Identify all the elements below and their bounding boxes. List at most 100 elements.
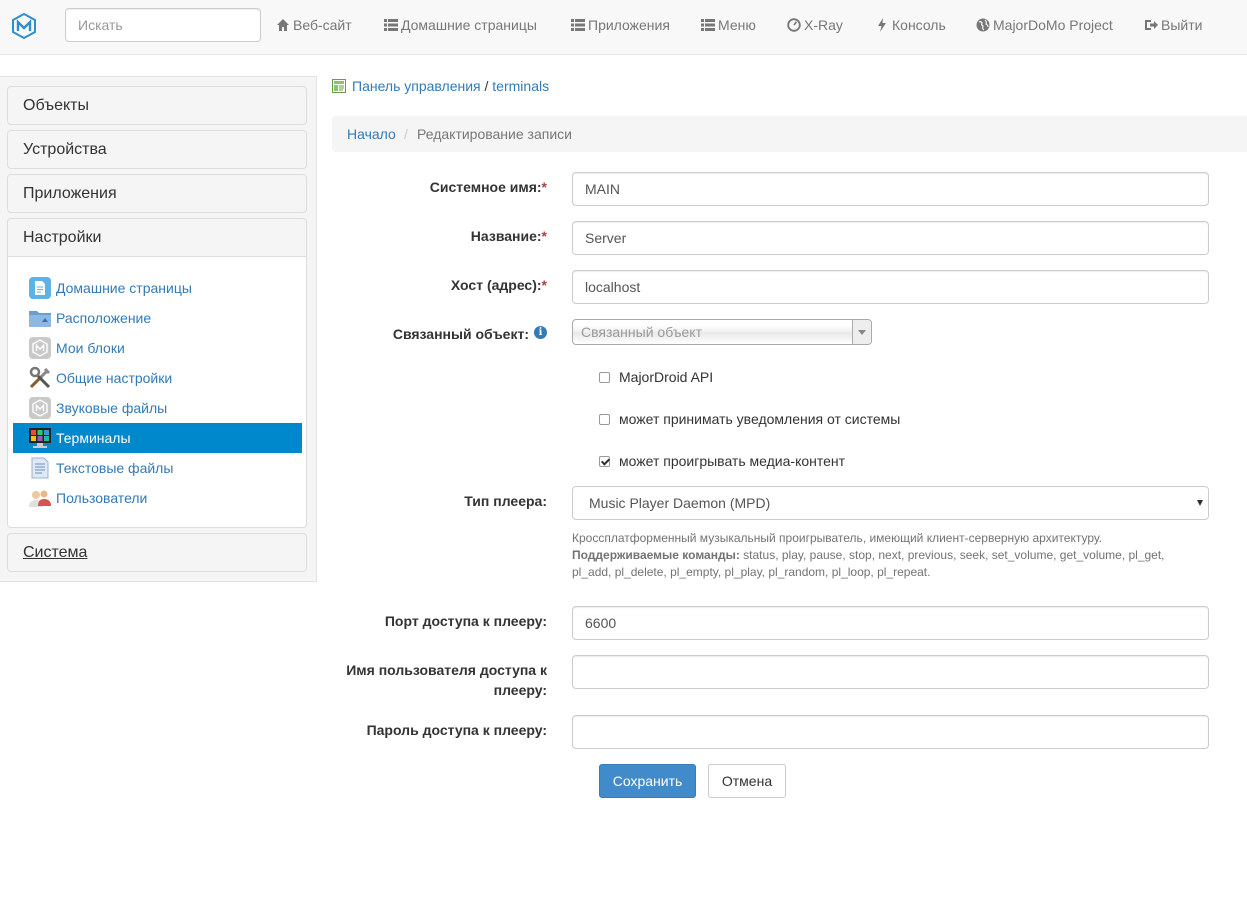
nav-majordomo-project[interactable]: MajorDoMo Project (976, 0, 1113, 50)
player-commands-label: Поддерживаемые команды: (572, 548, 740, 562)
list-icon (571, 19, 585, 31)
majordomo-icon (29, 397, 51, 419)
home-icon (277, 19, 289, 31)
sidebar-panel-system[interactable]: Система (7, 533, 307, 572)
list-icon (701, 19, 715, 31)
cancel-button[interactable]: Отмена (708, 764, 786, 798)
sidebar-panel-settings[interactable]: Настройки (7, 218, 307, 257)
nav-website-label: Веб-сайт (293, 17, 352, 33)
player-type-value: Music Player Daemon (MPD) (589, 495, 771, 511)
sidebar-panel-applications[interactable]: Приложения (7, 174, 307, 213)
nav-logout[interactable]: Выйти (1144, 0, 1202, 50)
text-file-icon (31, 457, 49, 479)
majordroid-api-checkbox[interactable] (599, 372, 610, 383)
required-marker: * (541, 179, 547, 195)
breadcrumb-home[interactable]: Начало (347, 116, 396, 152)
flash-icon (878, 18, 886, 32)
sidebar-item-label: Текстовые файлы (56, 460, 174, 476)
player-type-label: Тип плеера: (464, 493, 547, 509)
required-marker: * (541, 228, 547, 244)
linked-object-select[interactable]: Связанный объект (572, 319, 872, 345)
document-icon (29, 277, 51, 299)
host-label: Хост (адрес):* (450, 277, 547, 293)
sidebar-item-label: Домашние страницы (56, 280, 192, 296)
player-port-label: Порт доступа к плееру: (384, 613, 547, 629)
nav-logout-label: Выйти (1161, 17, 1203, 33)
caret-down-icon (1197, 500, 1203, 506)
sidebar-item-label: Общие настройки (56, 370, 173, 386)
search-input[interactable] (65, 8, 261, 42)
player-password-label: Пароль доступа к плееру: (366, 722, 547, 738)
logout-icon (1145, 20, 1158, 30)
receive-notifications-label: может принимать уведомления от системы (619, 411, 901, 427)
receive-notifications-checkbox[interactable] (599, 414, 610, 425)
nav-home-pages[interactable]: Домашние страницы (384, 0, 537, 50)
sidebar: Объекты Устройства Приложения Настройки … (0, 76, 317, 582)
player-help-text: Кроссплатформенный музыкальный проигрыва… (572, 530, 1202, 581)
player-port-input[interactable]: 6600 (572, 606, 1209, 640)
folder-icon (29, 311, 51, 327)
player-type-select[interactable]: Music Player Daemon (MPD) (572, 486, 1209, 520)
nav-console-label: Консоль (892, 17, 946, 33)
nav-xray-label: X-Ray (804, 17, 843, 33)
majordroid-api-label: MajorDroid API (619, 369, 714, 385)
nav-menu-label: Меню (718, 17, 756, 33)
nav-applications-label: Приложения (588, 17, 670, 33)
player-user-label: Имя пользователя доступа к плееру: (346, 662, 547, 698)
player-password-input[interactable] (572, 715, 1209, 749)
header-crumb-terminals[interactable]: terminals (492, 78, 549, 94)
sidebar-item-label: Пользователи (56, 490, 148, 506)
nav-home-pages-label: Домашние страницы (401, 17, 537, 33)
sidebar-panel-objects[interactable]: Объекты (7, 86, 307, 125)
save-button[interactable]: Сохранить (599, 764, 696, 798)
sidebar-item-terminals[interactable]: Терминалы (13, 423, 302, 453)
list-icon (384, 19, 398, 31)
tools-icon (29, 366, 51, 389)
system-name-input[interactable]: MAIN (572, 172, 1209, 206)
title-label: Название:* (470, 228, 547, 244)
sidebar-item-my-blocks[interactable]: Мои блоки (13, 333, 302, 363)
sidebar-item-home-pages[interactable]: Домашние страницы (13, 273, 302, 303)
sidebar-item-sound-files[interactable]: Звуковые файлы (13, 393, 302, 423)
nav-applications[interactable]: Приложения (571, 0, 670, 50)
play-media-label: может проигрывать медиа-контент (619, 453, 846, 469)
sidebar-item-label: Звуковые файлы (56, 400, 168, 416)
header-crumb-control-panel[interactable]: Панель управления (352, 78, 481, 94)
sidebar-item-users[interactable]: Пользователи (13, 483, 302, 513)
player-user-input[interactable] (572, 655, 1209, 689)
sidebar-panel-devices[interactable]: Устройства (7, 130, 307, 169)
sidebar-item-location[interactable]: Расположение (13, 303, 302, 333)
nav-menu[interactable]: Меню (701, 0, 756, 50)
breadcrumb-separator: / (404, 126, 408, 142)
sidebar-item-label: Расположение (56, 310, 152, 326)
globe-icon (976, 18, 990, 32)
linked-object-placeholder: Связанный объект (581, 324, 702, 340)
info-icon[interactable]: i (534, 326, 547, 339)
sidebar-panel-settings-body: Настройки Домашние страницы Расположение… (7, 218, 307, 528)
title-input[interactable]: Server (572, 221, 1209, 255)
header-breadcrumb: Панель управления / terminals (332, 78, 549, 94)
majordomo-icon (29, 337, 51, 359)
play-media-checkbox[interactable] (599, 456, 610, 467)
dashboard-icon (787, 18, 801, 32)
nav-xray[interactable]: X-Ray (787, 0, 843, 50)
nav-majordomo-project-label: MajorDoMo Project (993, 17, 1113, 33)
sidebar-item-label: Терминалы (56, 430, 131, 446)
nav-console[interactable]: Консоль (875, 0, 946, 50)
player-commands: Поддерживаемые команды: status, play, pa… (572, 547, 1202, 581)
monitor-icon (29, 428, 51, 448)
users-icon (29, 490, 51, 507)
breadcrumb-current: Редактирование записи (417, 126, 572, 142)
sidebar-item-label: Мои блоки (56, 340, 125, 356)
sidebar-item-text-files[interactable]: Текстовые файлы (13, 453, 302, 483)
breadcrumb: Начало / Редактирование записи (332, 116, 1247, 152)
majordomo-logo[interactable] (12, 13, 36, 39)
host-input[interactable]: localhost (572, 270, 1209, 304)
sidebar-item-general-settings[interactable]: Общие настройки (13, 363, 302, 393)
chevron-down-icon (852, 320, 871, 344)
system-name-label: Системное имя:* (429, 179, 547, 195)
nav-website[interactable]: Веб-сайт (276, 0, 352, 50)
header-crumb-separator: / (484, 78, 489, 94)
required-marker: * (541, 277, 547, 293)
linked-object-label: Связанный объект: (392, 326, 529, 342)
